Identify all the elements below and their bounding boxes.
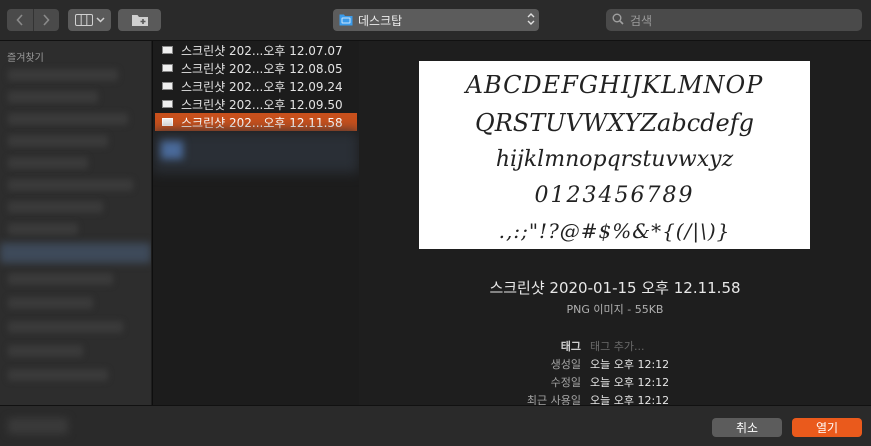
preview-image: ABCDEFGHIJKLMNOP QRSTUVWXYZabcdefg hijkl… <box>419 61 810 249</box>
new-folder-icon <box>131 15 148 26</box>
preview-file-name: 스크린샷 2020-01-15 오후 12.11.58 <box>489 279 741 297</box>
redacted-file-row <box>153 131 359 173</box>
image-file-icon <box>162 64 173 72</box>
desktop-folder-icon <box>339 14 353 26</box>
preview-text-line: .,:;"!?@#$%&*{(/|\)} <box>498 219 731 243</box>
back-button[interactable] <box>7 9 33 31</box>
search-field[interactable] <box>606 9 862 31</box>
cancel-button[interactable]: 취소 <box>712 418 782 437</box>
meta-tags-input[interactable]: 태그 추가... <box>590 338 644 354</box>
file-list-column: 스크린샷 202...오후 12.07.07 스크린샷 202...오후 12.… <box>152 41 360 405</box>
meta-created-label: 생성일 <box>550 358 581 371</box>
meta-modified-label: 수정일 <box>550 376 581 389</box>
image-file-icon <box>162 46 173 54</box>
search-icon <box>612 13 624 25</box>
preview-text-line: QRSTUVWXYZabcdefg <box>475 109 754 137</box>
forward-button[interactable] <box>32 9 60 31</box>
image-file-icon <box>162 118 173 126</box>
open-button[interactable]: 열기 <box>792 418 862 437</box>
view-mode-button[interactable] <box>68 9 111 31</box>
new-folder-button[interactable] <box>118 9 161 31</box>
chevron-left-icon <box>16 14 23 26</box>
up-down-chevron-icon <box>527 13 535 25</box>
meta-modified-value: 오늘 오후 12:12 <box>590 376 670 389</box>
meta-tags-label: 태그 <box>560 340 581 353</box>
chevron-right-icon <box>43 14 50 26</box>
location-popup[interactable]: 데스크탑 <box>333 9 539 31</box>
file-name: 스크린샷 202...오후 12.09.50 <box>181 97 343 112</box>
file-name: 스크린샷 202...오후 12.09.24 <box>181 79 343 94</box>
nav-buttons <box>7 9 59 31</box>
redacted-footer-control <box>8 418 68 434</box>
file-name: 스크린샷 202...오후 12.08.05 <box>181 61 343 76</box>
preview-text-line: 0123456789 <box>534 183 695 208</box>
dialog-footer: 취소 열기 <box>0 405 871 446</box>
toolbar: 데스크탑 <box>0 0 871 41</box>
columns-view-icon <box>74 14 93 26</box>
image-file-icon <box>162 100 173 108</box>
file-row-selected[interactable]: 스크린샷 202...오후 12.11.58 <box>155 113 357 131</box>
preview-pane: ABCDEFGHIJKLMNOP QRSTUVWXYZabcdefg hijkl… <box>359 41 871 407</box>
chevron-down-icon <box>95 17 105 23</box>
sidebar-favorites-title: 즐겨찾기 <box>7 53 44 64</box>
image-file-icon <box>162 82 173 90</box>
meta-created-value: 오늘 오후 12:12 <box>590 358 670 371</box>
file-row[interactable]: 스크린샷 202...오후 12.09.50 <box>155 95 357 113</box>
file-row[interactable]: 스크린샷 202...오후 12.07.07 <box>155 41 357 59</box>
preview-file-kind: PNG 이미지 - 55KB <box>566 303 664 316</box>
search-input[interactable] <box>628 11 858 31</box>
file-name: 스크린샷 202...오후 12.07.07 <box>181 43 343 58</box>
file-row[interactable]: 스크린샷 202...오후 12.09.24 <box>155 77 357 95</box>
sidebar: 즐겨찾기 <box>0 41 151 405</box>
preview-text-line: hijklmnopqrstuvwxyz <box>495 147 734 172</box>
location-label: 데스크탑 <box>358 14 403 28</box>
redacted-folder-icon <box>161 141 183 159</box>
preview-text-line: ABCDEFGHIJKLMNOP <box>465 71 764 99</box>
file-name: 스크린샷 202...오후 12.11.58 <box>181 115 343 130</box>
file-row[interactable]: 스크린샷 202...오후 12.08.05 <box>155 59 357 77</box>
